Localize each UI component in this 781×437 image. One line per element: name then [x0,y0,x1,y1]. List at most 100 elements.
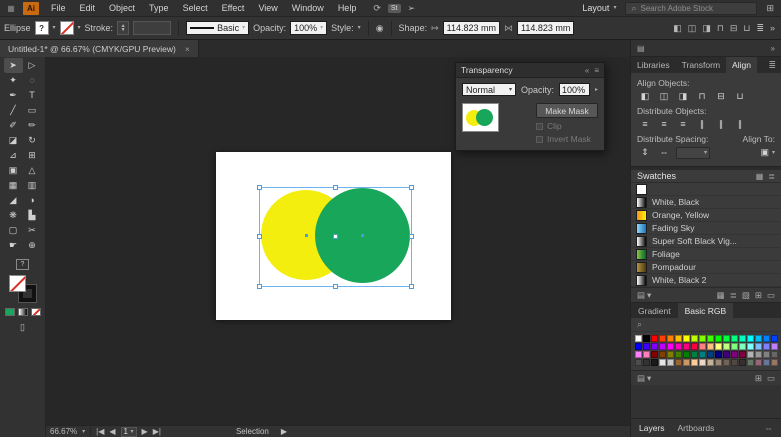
color-swatch[interactable] [675,351,682,358]
palette-tab[interactable]: Gradient [631,303,678,318]
eraser-tool[interactable]: ◪ [4,133,23,148]
make-mask-button[interactable]: Make Mask [536,103,598,118]
swatch-super-soft-black-vignette[interactable]: Super Soft Black Vig... [631,235,781,248]
color-swatch[interactable] [667,343,674,350]
artboard-number-field[interactable]: 1 ▾ [121,427,137,437]
share-icon[interactable]: ➢ [408,4,416,13]
artboard-tool[interactable]: ▢ [4,223,23,238]
distribute-right-icon[interactable]: ∥ [732,118,748,131]
color-swatch[interactable] [659,335,666,342]
align-v-center-icon[interactable]: ⊟ [730,23,738,33]
next-artboard-icon[interactable]: ▶ [142,427,148,436]
status-arrow-icon[interactable]: ▶ [281,427,287,436]
align-h-center-icon[interactable]: ◫ [688,23,697,33]
magic-wand-tool[interactable]: ✦ [4,73,23,88]
align-bottom-icon[interactable]: ⊔ [732,90,748,103]
handle-ne[interactable] [409,185,414,190]
shape-height-field[interactable]: 114.823 mm [517,21,574,35]
link-dimensions-icon[interactable]: ⋈ [504,23,513,34]
bottom-tab[interactable]: Artboards [678,423,715,433]
color-swatch[interactable] [667,335,674,342]
color-swatch[interactable] [675,335,682,342]
zoom-tool[interactable]: ⊕ [23,238,42,253]
color-swatch[interactable] [675,343,682,350]
horizontal-spacing-icon[interactable]: ⇔ [656,146,672,159]
spacing-value-select[interactable]: ▾ [676,147,710,159]
adobe-stock-icon[interactable]: St [388,4,401,13]
new-swatch-icon[interactable]: ⊞ [755,373,762,383]
opacity-slider-arrow-icon[interactable]: ▸ [595,87,598,93]
swatches-panel-header[interactable]: Swatches ▦≣ [631,167,781,183]
color-swatch[interactable] [715,343,722,350]
color-swatch[interactable] [723,343,730,350]
zoom-caret-icon[interactable]: ▾ [82,429,85,435]
color-swatch[interactable] [755,359,762,366]
dock-tab[interactable]: Align [726,57,757,73]
color-swatch[interactable] [643,351,650,358]
handle-se[interactable] [409,284,414,289]
stroke-caret-icon[interactable]: ▾ [78,25,81,31]
prev-artboard-icon[interactable]: ◀ [109,427,115,436]
more-options-icon[interactable]: » [770,23,775,33]
panel-menu-icon[interactable]: ≣ [763,57,781,73]
swatch-libraries-caret-icon[interactable]: ▾ [647,373,651,383]
perspective-grid-tool[interactable]: △ [23,163,42,178]
paintbrush-tool[interactable]: ✐ [4,118,23,133]
show-swatch-kinds-icon[interactable]: ▦ [717,290,725,300]
swatch-options-icon[interactable]: ≣ [730,290,737,300]
color-swatch[interactable] [683,359,690,366]
palette-search-row[interactable]: ⌕ [631,318,781,332]
swatch-row-white[interactable] [631,183,781,196]
dock-tab[interactable]: Libraries [631,57,676,73]
search-input[interactable] [641,4,752,13]
object-thumbnail[interactable] [462,103,499,132]
color-swatch[interactable] [651,335,658,342]
panel-resize-icon[interactable]: ⇔ [764,423,773,433]
menu-item[interactable]: Window [285,3,331,13]
distribute-bottom-icon[interactable]: ≡ [675,118,691,131]
line-segment-tool[interactable]: ╱ [4,103,23,118]
menu-item[interactable]: Help [331,3,364,13]
first-artboard-icon[interactable]: |◀ [96,427,104,436]
transparency-opacity-field[interactable]: 100% [559,83,590,96]
color-swatch[interactable] [755,343,762,350]
swatch-libraries-caret-icon[interactable]: ▾ [647,290,651,300]
fill-caret-icon[interactable]: ▾ [53,25,56,31]
color-swatch[interactable] [707,335,714,342]
recolor-artwork-icon[interactable]: ◉ [376,23,384,34]
swatch-pompadour[interactable]: Pompadour [631,261,781,274]
opacity-field[interactable]: 100% ▾ [290,21,327,35]
close-icon[interactable]: × [185,44,190,54]
color-swatch[interactable] [731,351,738,358]
handle-nw[interactable] [257,185,262,190]
color-swatch[interactable] [683,343,690,350]
color-swatch[interactable] [715,335,722,342]
color-swatch[interactable] [739,335,746,342]
color-swatch[interactable] [771,359,778,366]
collapse-icon[interactable]: « [585,66,589,75]
eyedropper-tool[interactable]: ◢ [4,193,23,208]
mesh-tool[interactable]: ▦ [4,178,23,193]
color-swatch[interactable] [659,359,666,366]
column-graph-tool[interactable]: ▙ [23,208,42,223]
fill-stroke-widget[interactable] [9,275,36,302]
distribute-left-icon[interactable]: ∥ [694,118,710,131]
delete-swatch-icon[interactable]: ▭ [767,373,775,383]
slice-tool[interactable]: ✂ [23,223,42,238]
color-swatch[interactable] [755,351,762,358]
workspace-panels-icon[interactable]: ▤ [637,44,645,53]
selection-center-point[interactable] [333,234,338,239]
color-swatch[interactable] [699,343,706,350]
sync-icon[interactable]: ⟳ [373,4,381,13]
blend-tool[interactable]: ◑ [23,193,42,208]
clip-checkbox[interactable]: Clip [536,121,562,131]
palette-tab[interactable]: Basic RGB [678,303,734,318]
distribute-top-icon[interactable]: ≡ [637,118,653,131]
color-swatch[interactable] [691,335,698,342]
style-caret-icon[interactable]: ▾ [358,25,361,31]
panel-menu-icon[interactable]: ≡ [594,66,599,75]
color-swatch[interactable] [771,343,778,350]
handle-w[interactable] [257,234,262,239]
color-swatch[interactable] [643,359,650,366]
align-v-center-icon[interactable]: ⊟ [713,90,729,103]
